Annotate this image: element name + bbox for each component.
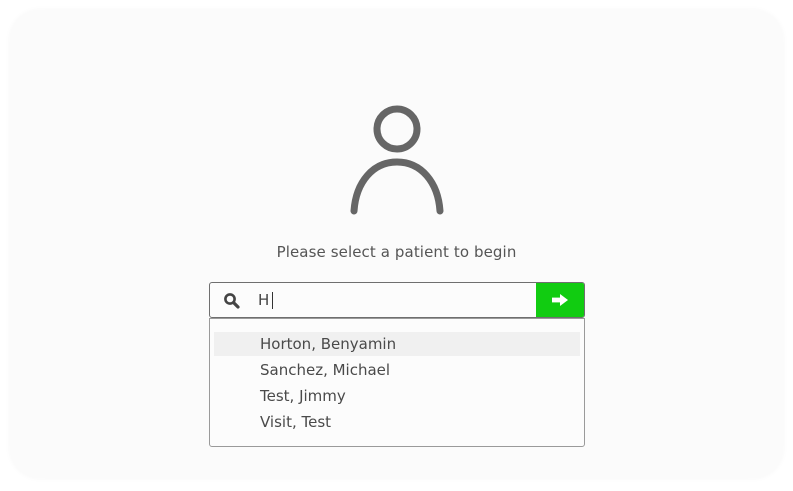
patient-option[interactable]: Horton, Benyamin <box>214 332 580 356</box>
patient-search-input[interactable] <box>256 283 538 317</box>
go-button[interactable] <box>536 283 584 317</box>
text-caret <box>272 292 273 309</box>
patient-option[interactable]: Visit, Test <box>214 410 580 434</box>
patient-suggestions-dropdown: Horton, Benyamin Sanchez, Michael Test, … <box>209 318 585 447</box>
arrow-right-icon <box>552 294 568 306</box>
search-icon <box>223 292 241 310</box>
select-patient-prompt: Please select a patient to begin <box>276 243 517 261</box>
patient-option[interactable]: Sanchez, Michael <box>214 358 580 382</box>
person-icon <box>347 104 447 218</box>
patient-option[interactable]: Test, Jimmy <box>214 384 580 408</box>
patient-search-box <box>209 282 585 318</box>
